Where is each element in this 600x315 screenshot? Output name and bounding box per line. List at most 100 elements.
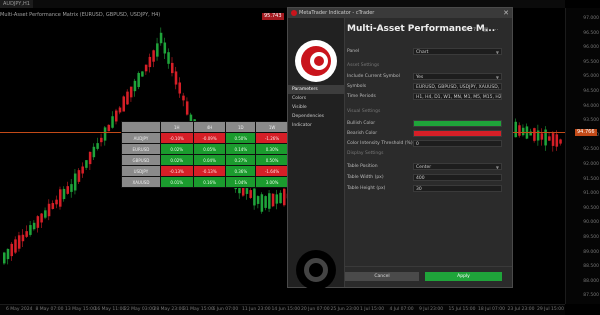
candle-body	[126, 91, 129, 105]
table-row: GBPUSD 0.02% 0.04% 0.27% 0.50%	[121, 154, 289, 166]
include-label: Include Current Symbol	[347, 74, 400, 79]
candle-body	[21, 234, 25, 242]
time-axis[interactable]: 6 May 2024 8 May 07:00 13 May 15:00 16 May …	[0, 304, 565, 315]
nav-colors[interactable]: Colors	[288, 94, 344, 103]
time-axis-label: 13 May 15:00	[65, 307, 96, 312]
table-header-cell	[121, 121, 161, 133]
include-select[interactable]: Yes ▼	[413, 73, 502, 80]
candle-body	[559, 139, 562, 144]
table-row: XAUUSD 0.01% 0.16% 1.04% 3.00%	[121, 176, 289, 188]
position-select[interactable]: Center ▼	[413, 163, 502, 170]
threshold-label: Color Intensity Threshold (%)	[347, 141, 413, 146]
price-axis-label: 96.500	[583, 30, 599, 36]
price-axis-label: 90.000	[583, 220, 599, 226]
save-icon[interactable]: ▤	[483, 27, 488, 33]
table-value-cell: 0.50%	[225, 132, 257, 144]
candle-body	[85, 160, 88, 168]
price-axis-label: 95.500	[583, 59, 599, 65]
table-header-cell: 1D	[225, 121, 257, 133]
table-value-cell: -0.09%	[192, 132, 227, 144]
nav-parameters[interactable]: Parameters	[288, 85, 344, 94]
nav-dependencies[interactable]: Dependencies Indicator	[288, 112, 344, 128]
candle-body	[17, 235, 21, 249]
candle-body	[115, 110, 118, 122]
price-axis-label: 96.000	[583, 45, 599, 51]
time-axis-label: 11 Jun 23:00	[242, 307, 271, 312]
time-axis-label: 31 May 15:00	[183, 307, 214, 312]
candle-body	[182, 95, 185, 101]
close-icon[interactable]: ✕	[503, 8, 509, 18]
width-label: Table Width (px)	[347, 175, 384, 180]
price-axis-label: 93.500	[583, 118, 599, 124]
candle-body	[268, 193, 271, 209]
table-row: EURUSD 0.02% 0.05% 0.14% 0.30%	[121, 143, 289, 155]
section-asset-settings: Asset Settings	[347, 63, 380, 68]
table-value-cell: 0.30%	[255, 143, 289, 155]
candle-body	[144, 64, 148, 72]
width-input[interactable]: 400	[413, 174, 502, 181]
candle-body	[81, 166, 84, 174]
time-axis-label: 23 Jul 23:00	[507, 307, 535, 312]
bearish-color-swatch[interactable]	[413, 130, 502, 137]
panel-select[interactable]: Chart ▼	[413, 48, 502, 55]
nav-visible[interactable]: Visible	[288, 103, 344, 112]
candle-body	[555, 134, 559, 147]
candle-body	[73, 173, 77, 191]
apply-button[interactable]: Apply	[425, 272, 502, 281]
time-axis-label: 6 May 2024	[6, 307, 33, 312]
current-price-tag: 94.766	[575, 129, 597, 136]
candle-body	[62, 188, 66, 200]
settings-icon[interactable]: ⚙	[463, 27, 468, 33]
table-header-cell: 1W	[255, 121, 289, 133]
time-axis-label: 6 Jun 07:00	[212, 307, 239, 312]
table-row: AUDJPY -0.10% -0.09% 0.50% -1.26%	[121, 132, 289, 144]
brand-watermark-icon	[296, 250, 336, 290]
threshold-input[interactable]: 0	[413, 140, 502, 147]
symbols-input[interactable]: EURUSD, GBPUSD, USDJPY, XAUUSD, EUR	[413, 83, 502, 90]
candle-body	[279, 192, 282, 204]
price-axis-label: 91.000	[583, 191, 599, 197]
footer-divider	[345, 266, 512, 267]
table-symbol-cell: XAUUSD	[121, 176, 161, 188]
dialog-titlebar[interactable]: MetaTrader Indicator - cTrader ✕	[288, 8, 512, 18]
candle-body	[122, 96, 125, 112]
dialog-window-title: MetaTrader Indicator - cTrader	[299, 10, 375, 16]
table-symbol-cell: AUDJPY	[121, 132, 161, 144]
candle-body	[163, 42, 167, 54]
table-value-cell: 0.01%	[159, 176, 194, 188]
bullish-color-swatch[interactable]	[413, 120, 502, 127]
candle-body	[47, 203, 51, 217]
chevron-down-icon: ▼	[495, 50, 499, 55]
price-axis-label: 89.500	[583, 235, 599, 240]
section-display-settings: Display Settings	[347, 151, 384, 156]
candle-body	[129, 86, 133, 98]
time-axis-label: 4 Jul 07:00	[389, 307, 414, 312]
candle-body	[249, 190, 252, 198]
table-header-cell: 1H	[159, 121, 194, 133]
height-input[interactable]: 30	[413, 185, 502, 192]
price-axis-label: 94.000	[583, 103, 599, 109]
time-axis-label: 8 May 07:00	[35, 307, 64, 312]
time-axis-label: 1 Jul 15:00	[360, 307, 385, 312]
candle-body	[59, 189, 62, 207]
time-axis-label: 9 Jul 23:00	[419, 307, 444, 312]
timeframes-input[interactable]: H1, H4, D1, W1, MN, M1, M5, M15, H2, D1	[413, 93, 502, 100]
candle-body	[174, 71, 178, 85]
table-value-cell: -1.26%	[255, 132, 289, 144]
candle-body	[77, 170, 81, 182]
more-icon[interactable]: ⋯	[493, 27, 499, 33]
candle-body	[3, 252, 6, 264]
bullish-label: Bullish Color	[347, 121, 376, 126]
candle-body	[55, 199, 58, 205]
candle-body	[100, 137, 103, 143]
cancel-button[interactable]: Cancel	[345, 272, 419, 281]
price-axis[interactable]: 97.000 96.500 96.000 95.500 95.000 94.500 94.0…	[565, 8, 600, 304]
table-value-cell: 0.05%	[192, 143, 227, 155]
candle-body	[152, 50, 155, 62]
chart-tab[interactable]: AUDJPY,H1	[0, 0, 33, 8]
candle-body	[92, 146, 96, 158]
table-value-cell: -0.13%	[159, 165, 194, 177]
table-value-cell: 0.02%	[159, 154, 194, 166]
help-icon[interactable]: ?	[473, 27, 476, 33]
candle-body	[185, 101, 189, 115]
